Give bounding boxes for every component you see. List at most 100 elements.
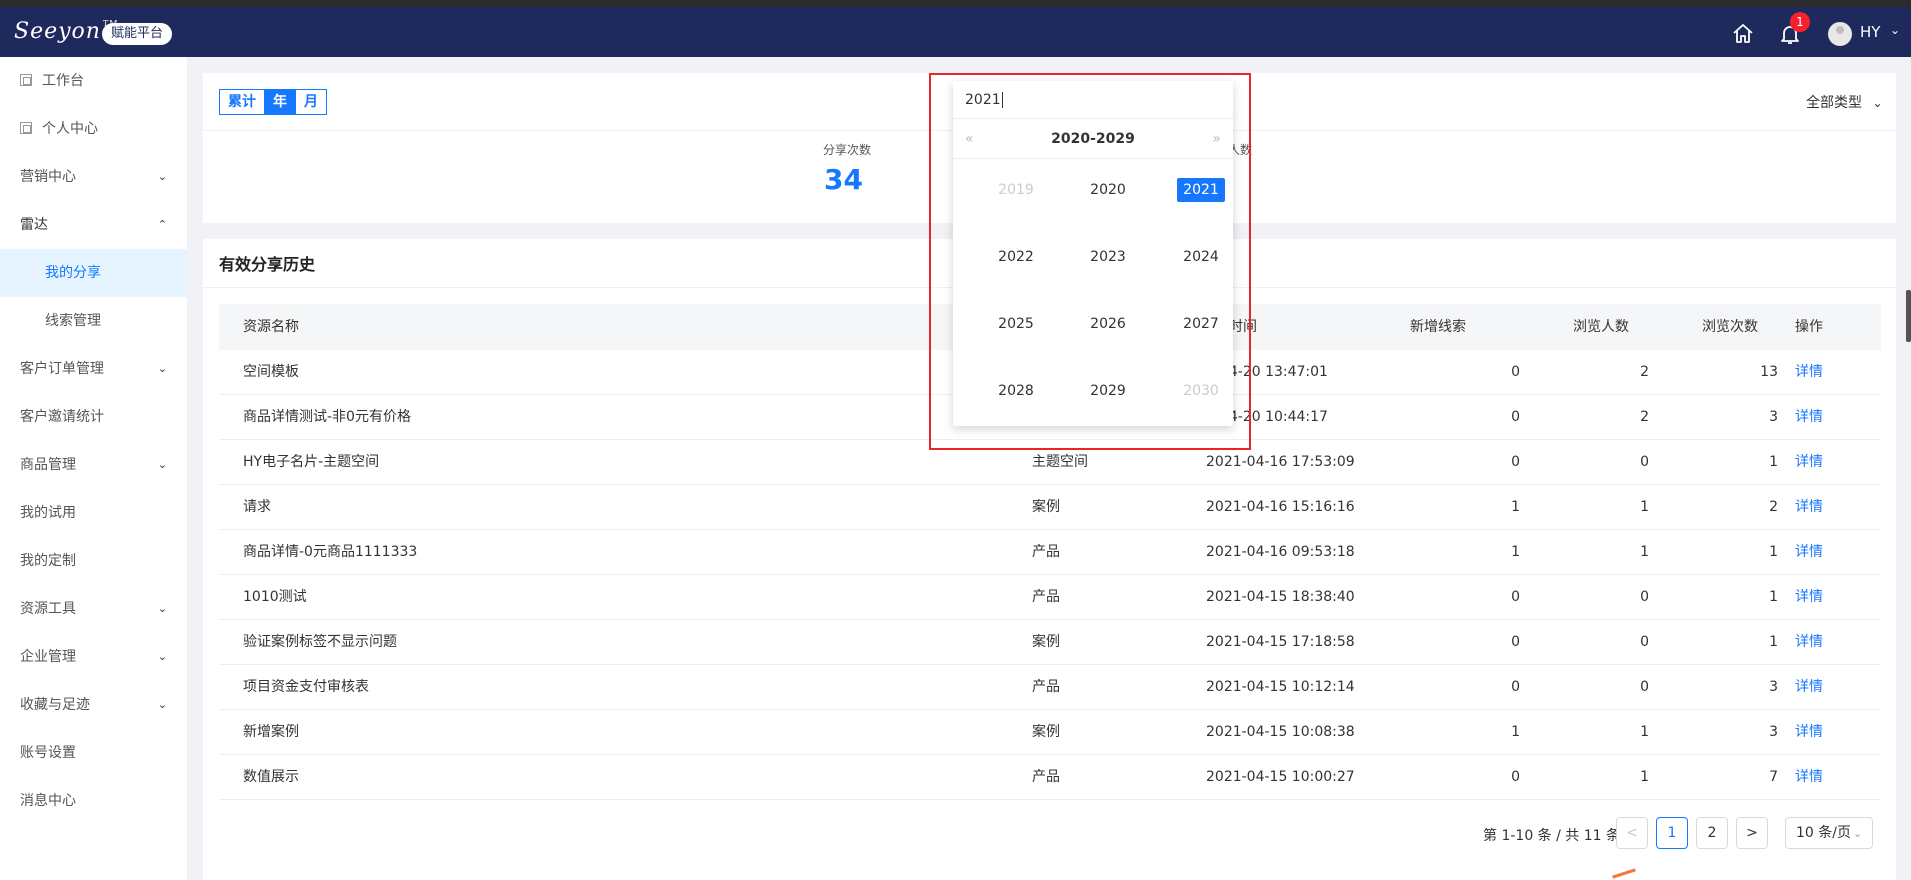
sidebar-item-personal-center[interactable]: 个人中心 — [0, 105, 187, 153]
detail-link[interactable]: 详情 — [1795, 710, 1855, 755]
year-picker-input-value: 2021 — [965, 92, 1001, 108]
sidebar-item-label: 个人中心 — [42, 121, 98, 137]
year-cell-2019[interactable]: 2019 — [992, 178, 1040, 202]
sidebar-item-label: 工作台 — [42, 73, 84, 89]
cell-type: 主题空间 — [1032, 454, 1088, 470]
sidebar-item-lead-management[interactable]: 线索管理 — [0, 297, 187, 345]
pagination-summary: 第 1-10 条 / 共 11 条 — [1483, 828, 1621, 844]
cell-viewers: 0 — [1640, 454, 1649, 470]
year-picker-popup: 2021 « 2020-2029 » 2019 2020 2021 2022 2023 2… — [953, 81, 1233, 426]
cell-time: 2021-04-16 17:53:09 — [1206, 454, 1355, 470]
chevron-down-icon: ⌄ — [157, 362, 167, 375]
year-cell-2022[interactable]: 2022 — [992, 245, 1040, 269]
cell-new-leads: 0 — [1511, 454, 1520, 470]
sidebar-item-customer-orders[interactable]: 客户订单管理 ⌄ — [0, 345, 187, 393]
year-cell-2030[interactable]: 2030 — [1177, 379, 1225, 403]
cell-new-leads: 0 — [1511, 679, 1520, 695]
detail-link[interactable]: 详情 — [1795, 440, 1855, 485]
cell-type: 产品 — [1032, 544, 1060, 560]
cell-name: 项目资金支付审核表 — [243, 679, 369, 695]
detail-link[interactable]: 详情 — [1795, 575, 1855, 620]
cell-viewers: 0 — [1640, 589, 1649, 605]
sidebar-item-label: 雷达 — [20, 217, 48, 233]
type-filter-value: 全部类型 — [1806, 95, 1862, 111]
year-cell-2025[interactable]: 2025 — [992, 312, 1040, 336]
sidebar-item-my-share[interactable]: 我的分享 — [0, 249, 187, 297]
chevron-down-icon: ⌄ — [1872, 96, 1883, 110]
decade-label: 2020-2029 — [1051, 131, 1135, 147]
detail-link[interactable]: 详情 — [1795, 485, 1855, 530]
detail-link[interactable]: 详情 — [1795, 620, 1855, 665]
sidebar-item-my-trials[interactable]: 我的试用 — [0, 489, 187, 537]
cell-views: 1 — [1769, 454, 1778, 470]
cell-viewers: 2 — [1640, 364, 1649, 380]
year-picker-input[interactable]: 2021 — [953, 81, 1233, 119]
sidebar-item-account-settings[interactable]: 账号设置 — [0, 729, 187, 777]
sidebar-item-my-custom[interactable]: 我的定制 — [0, 537, 187, 585]
chevron-down-icon[interactable]: ⌄ — [1890, 23, 1900, 37]
cell-views: 3 — [1769, 409, 1778, 425]
segment-cumulative[interactable]: 累计 — [220, 90, 265, 114]
home-icon[interactable] — [1731, 22, 1755, 46]
page-size-value: 10 条/页 — [1796, 825, 1851, 841]
detail-link[interactable]: 详情 — [1795, 350, 1855, 395]
avatar[interactable] — [1828, 22, 1852, 46]
sidebar-item-marketing[interactable]: 营销中心 ⌄ — [0, 153, 187, 201]
sidebar-item-radar[interactable]: 雷达 ⌃ — [0, 201, 187, 249]
double-chevron-right-icon[interactable]: » — [1212, 119, 1221, 159]
cell-views: 2 — [1769, 499, 1778, 515]
detail-link[interactable]: 详情 — [1795, 395, 1855, 440]
sidebar-item-product-management[interactable]: 商品管理 ⌄ — [0, 441, 187, 489]
year-cell-2027[interactable]: 2027 — [1177, 312, 1225, 336]
year-picker-header: « 2020-2029 » — [953, 119, 1233, 159]
sidebar-item-resource-tools[interactable]: 资源工具 ⌄ — [0, 585, 187, 633]
chevron-down-icon: ⌄ — [1852, 827, 1863, 840]
cell-type: 案例 — [1032, 634, 1060, 650]
type-filter-select[interactable]: 全部类型 ⌄ — [1806, 92, 1883, 112]
user-name[interactable]: HY — [1860, 23, 1880, 41]
year-cell-2028[interactable]: 2028 — [992, 379, 1040, 403]
sidebar-item-favorites[interactable]: 收藏与足迹 ⌄ — [0, 681, 187, 729]
year-cell-2024[interactable]: 2024 — [1177, 245, 1225, 269]
platform-badge: 赋能平台 — [102, 23, 173, 45]
chevron-up-icon: ⌃ — [157, 218, 167, 231]
year-cell-2023[interactable]: 2023 — [1084, 245, 1132, 269]
sidebar-item-label: 商品管理 — [20, 457, 76, 473]
table-row: HY电子名片-主题空间 主题空间 2021-04-16 17:53:09 0 0 1 详情 — [219, 440, 1881, 485]
detail-link[interactable]: 详情 — [1795, 530, 1855, 575]
year-cell-2021[interactable]: 2021 — [1177, 178, 1225, 202]
double-chevron-left-icon[interactable]: « — [965, 119, 974, 159]
page-size-select[interactable]: 10 条/页 ⌄ — [1785, 817, 1873, 849]
pagination-prev-button[interactable]: < — [1616, 817, 1648, 849]
sidebar-item-workbench[interactable]: 工作台 — [0, 57, 187, 105]
year-cell-2026[interactable]: 2026 — [1084, 312, 1132, 336]
cell-views: 7 — [1769, 769, 1778, 785]
year-cell-2020[interactable]: 2020 — [1084, 178, 1132, 202]
detail-link[interactable]: 详情 — [1795, 755, 1855, 800]
sidebar-item-enterprise[interactable]: 企业管理 ⌄ — [0, 633, 187, 681]
sidebar-item-label: 资源工具 — [20, 601, 76, 617]
segment-year[interactable]: 年 — [265, 90, 296, 114]
sidebar-item-label: 客户订单管理 — [20, 361, 104, 377]
sidebar-item-label: 企业管理 — [20, 649, 76, 665]
cell-new-leads: 1 — [1511, 724, 1520, 740]
sidebar-item-message-center[interactable]: 消息中心 — [0, 777, 187, 825]
cell-time: 2021-04-15 10:00:27 — [1206, 769, 1355, 785]
column-header-views: 浏览次数 — [1702, 319, 1758, 335]
pagination-page-1[interactable]: 1 — [1656, 817, 1688, 849]
detail-link[interactable]: 详情 — [1795, 665, 1855, 710]
square-icon — [20, 74, 32, 86]
cell-new-leads: 0 — [1511, 634, 1520, 650]
sidebar-item-customer-invites[interactable]: 客户邀请统计 — [0, 393, 187, 441]
segment-month[interactable]: 月 — [296, 90, 326, 114]
column-header-time: 时间 — [1229, 319, 1257, 335]
year-cell-2029[interactable]: 2029 — [1084, 379, 1132, 403]
chevron-down-icon: ⌄ — [157, 458, 167, 471]
cell-time: 2021-04-15 17:18:58 — [1206, 634, 1355, 650]
pagination-next-button[interactable]: > — [1736, 817, 1768, 849]
cell-viewers: 2 — [1640, 409, 1649, 425]
cell-type: 产品 — [1032, 769, 1060, 785]
page-scrollbar[interactable] — [1906, 290, 1911, 342]
cell-new-leads: 0 — [1511, 409, 1520, 425]
pagination-page-2[interactable]: 2 — [1696, 817, 1728, 849]
